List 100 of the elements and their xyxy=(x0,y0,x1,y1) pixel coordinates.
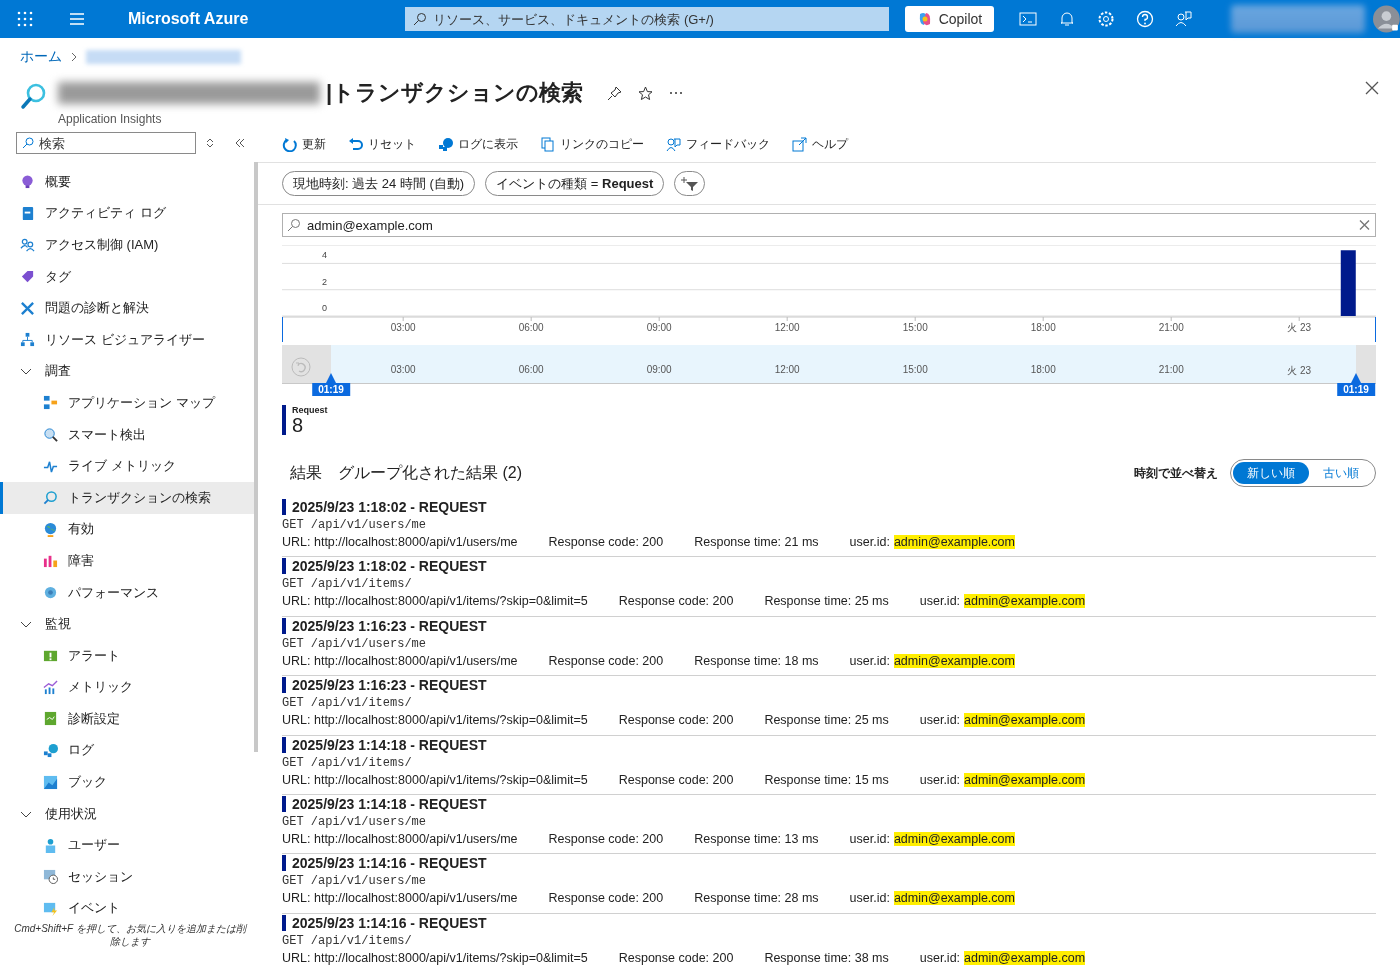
result-title[interactable]: 2025/9/23 1:18:02 - REQUEST xyxy=(282,558,487,575)
result-title[interactable]: 2025/9/23 1:14:16 - REQUEST xyxy=(282,855,487,872)
menu-item[interactable]: メトリック xyxy=(0,671,258,704)
response-time: Response time: 18 ms xyxy=(694,653,819,668)
y-tick-label: 4 xyxy=(322,250,327,261)
alert-icon xyxy=(43,648,58,664)
collapse-icon[interactable] xyxy=(234,138,246,148)
globe-icon xyxy=(43,521,58,537)
filter-pill[interactable]: イベントの種類 = Request xyxy=(485,171,665,196)
toolbar-button[interactable]: リセット xyxy=(348,135,416,153)
x-tick-label: 12:00 xyxy=(774,322,800,333)
search-icon xyxy=(20,82,48,110)
menu-item-label: ユーザー xyxy=(68,836,120,855)
response-code: Response code: 200 xyxy=(548,891,664,906)
user-id-value: admin@example.com xyxy=(893,535,1015,549)
result-title[interactable]: 2025/9/23 1:14:18 - REQUEST xyxy=(282,736,487,753)
menu-group[interactable]: 調査 xyxy=(0,355,258,388)
menu-item[interactable]: 有効 xyxy=(0,513,258,546)
menu-item-label: メトリック xyxy=(68,678,133,697)
feedback-icon[interactable] xyxy=(1175,10,1194,28)
menu-group[interactable]: 使用状況 xyxy=(0,797,258,830)
menu-item-label: 障害 xyxy=(68,551,94,570)
menu-item[interactable]: スマート検出 xyxy=(0,418,258,451)
settings-icon[interactable] xyxy=(1097,10,1116,28)
menu-item[interactable]: アラート xyxy=(0,639,258,672)
result-title[interactable]: 2025/9/23 1:16:23 - REQUEST xyxy=(282,617,487,634)
time-range-navigator[interactable]: 03:00 06:00 09:00 12:00 15:00 18:00 21:00 火 23 xyxy=(331,345,1356,383)
scrollbar[interactable] xyxy=(254,162,258,752)
results-heading: 結果 xyxy=(290,462,322,483)
user-id-value: admin@example.com xyxy=(964,772,1086,787)
feedback-icon xyxy=(666,136,681,152)
breadcrumb-link[interactable]: ホーム xyxy=(20,48,62,66)
close-icon[interactable] xyxy=(1364,80,1380,96)
x-tick-label: 03:00 xyxy=(390,322,416,333)
add-filter-button[interactable] xyxy=(674,171,706,196)
copilot-button[interactable]: Copilot xyxy=(904,6,995,32)
log-icon xyxy=(438,136,453,152)
menu-item-label: アプリケーション マップ xyxy=(68,393,215,412)
request-path: GET /api/v1/items/ xyxy=(282,755,412,770)
clear-icon[interactable] xyxy=(1359,219,1370,231)
avatar-icon[interactable] xyxy=(1373,5,1400,33)
user-id-value: admin@example.com xyxy=(964,713,1086,728)
x-tick-label: 15:00 xyxy=(902,322,928,333)
menu-item[interactable]: ログ xyxy=(0,734,258,767)
menu-item[interactable]: 診断設定 xyxy=(0,703,258,735)
user-id-label: user.id: xyxy=(919,950,961,965)
sort-toggle-icon[interactable] xyxy=(206,138,214,148)
menu-item[interactable]: ユーザー xyxy=(0,829,258,862)
filter-pill[interactable]: 現地時刻: 過去 24 時間 (自動) xyxy=(282,171,476,196)
terminal-icon[interactable] xyxy=(1019,10,1038,28)
menu-item[interactable]: パフォーマンス xyxy=(0,576,258,609)
help-icon[interactable] xyxy=(1136,10,1155,28)
request-path: GET /api/v1/items/ xyxy=(282,577,412,592)
x-tick-label: 09:00 xyxy=(646,322,672,333)
menu-icon[interactable] xyxy=(68,10,86,28)
menu-search-field[interactable]: 検索 xyxy=(16,132,196,154)
menu-item[interactable]: イベント xyxy=(0,892,258,925)
menu-item[interactable]: 障害 xyxy=(0,545,258,577)
star-icon[interactable] xyxy=(638,85,654,101)
workbook-icon xyxy=(43,774,58,790)
toolbar-button[interactable]: リンクのコピー xyxy=(540,135,644,153)
sort-label: 時刻で並べ替え xyxy=(1134,464,1218,482)
line-chart-icon xyxy=(43,679,58,695)
url-text: URL: http://localhost:8000/api/v1/users/me xyxy=(282,891,518,906)
group-label: 調査 xyxy=(45,362,71,381)
menu-group[interactable]: 監視 xyxy=(0,608,258,640)
result-title[interactable]: 2025/9/23 1:14:18 - REQUEST xyxy=(282,795,487,812)
search-field[interactable]: admin@example.com xyxy=(282,213,1376,237)
result-title[interactable]: 2025/9/23 1:16:23 - REQUEST xyxy=(282,677,487,694)
menu-item[interactable]: 概要 xyxy=(0,166,258,198)
menu-item[interactable]: ブック xyxy=(0,766,258,798)
menu-item[interactable]: リソース ビジュアライザー xyxy=(0,323,258,356)
response-time: Response time: 13 ms xyxy=(694,831,819,846)
sort-option[interactable]: 古い順 xyxy=(1309,462,1373,484)
menu-item-label: ログ xyxy=(68,741,94,760)
menu-item[interactable]: 問題の診断と解決 xyxy=(0,292,258,324)
magnifier-icon xyxy=(43,427,58,443)
legend-label: Request xyxy=(292,405,328,415)
page-title: |トランザクションの検索 xyxy=(326,79,584,107)
menu-item[interactable]: セッション xyxy=(0,861,258,893)
more-icon[interactable] xyxy=(669,91,684,95)
response-code: Response code: 200 xyxy=(618,594,734,609)
toolbar-button[interactable]: ヘルプ xyxy=(792,135,848,153)
toolbar-button[interactable]: フィードバック xyxy=(666,135,770,153)
toolbar-button[interactable]: ログに表示 xyxy=(438,135,518,153)
user-icon xyxy=(43,837,58,853)
toolbar-button[interactable]: 更新 xyxy=(282,135,326,153)
menu-item[interactable]: アクセス制御 (IAM) xyxy=(0,229,258,261)
sort-option[interactable]: 新しい順 xyxy=(1233,462,1309,484)
result-title[interactable]: 2025/9/23 1:18:02 - REQUEST xyxy=(282,499,487,515)
clock-icon xyxy=(43,869,58,885)
menu-item[interactable]: アクティビティ ログ xyxy=(0,197,258,230)
url-text: URL: http://localhost:8000/api/v1/items/?skip=0&limit=5 xyxy=(282,950,588,965)
result-title[interactable]: 2025/9/23 1:14:16 - REQUEST xyxy=(282,914,487,931)
pin-icon[interactable] xyxy=(607,85,623,101)
global-search-field[interactable]: リソース、サービス、ドキュメントの検索 (G+/) xyxy=(405,7,889,31)
app-launcher-icon[interactable] xyxy=(16,10,34,28)
menu-item[interactable]: アプリケーション マップ xyxy=(0,387,258,419)
menu-item[interactable]: ライブ メトリック xyxy=(0,450,258,482)
menu-item[interactable]: タグ xyxy=(0,260,258,293)
